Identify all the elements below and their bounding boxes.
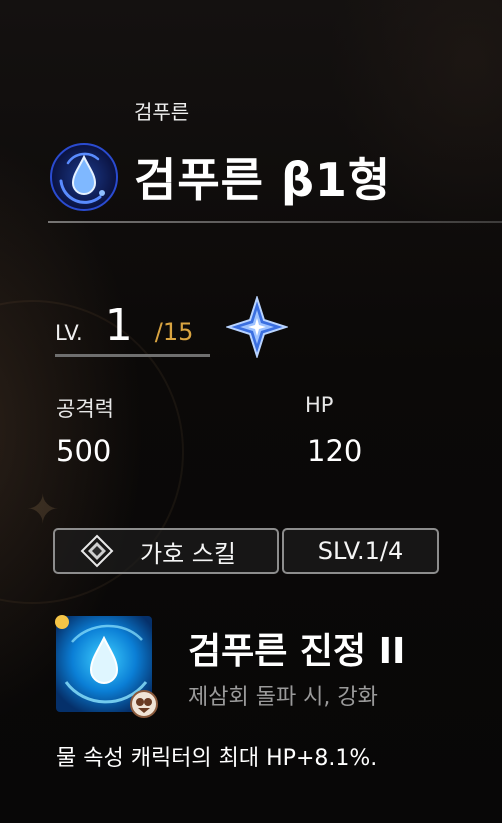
item-subtitle: 검푸른 (134, 100, 190, 124)
level-value: 1 (104, 300, 133, 351)
item-title: 검푸른 β1형 (134, 153, 392, 207)
background-sparkle-icon: ✦ (26, 487, 60, 533)
title-divider (48, 221, 502, 223)
protection-skill-tab[interactable]: 가호 스킬 (53, 528, 279, 574)
skill-name: 검푸른 진정 II (188, 631, 406, 672)
skill-description: 물 속성 캐릭터의 최대 HP+8.1%. (56, 746, 378, 771)
title-row: 검푸른 β1형 (48, 140, 391, 214)
skill-level-badge: SLV.1/4 (282, 528, 439, 574)
level-label: LV. (55, 321, 83, 345)
level-underline (55, 354, 210, 357)
level-max: /15 (154, 318, 194, 346)
stat-hp-value: 120 (307, 434, 363, 468)
water-drop-skill-icon (55, 615, 158, 718)
equipment-detail-panel: ✦ 검푸른 검푸른 β1형 LV. 1 /15 공격력 500 HP 120 가… (0, 0, 502, 823)
stat-attack-value: 500 (56, 434, 112, 468)
water-drop-icon (50, 143, 118, 211)
star-rank-icon (226, 296, 288, 358)
skill-icon-wrap (54, 612, 162, 720)
protection-skill-label: 가호 스킬 (140, 539, 236, 568)
stat-attack-label: 공격력 (56, 397, 114, 421)
skill-condition: 제삼회 돌파 시, 강화 (188, 685, 378, 710)
protection-icon (80, 534, 114, 568)
stat-hp-label: HP (305, 393, 334, 417)
level-row: LV. 1 /15 (55, 300, 193, 352)
